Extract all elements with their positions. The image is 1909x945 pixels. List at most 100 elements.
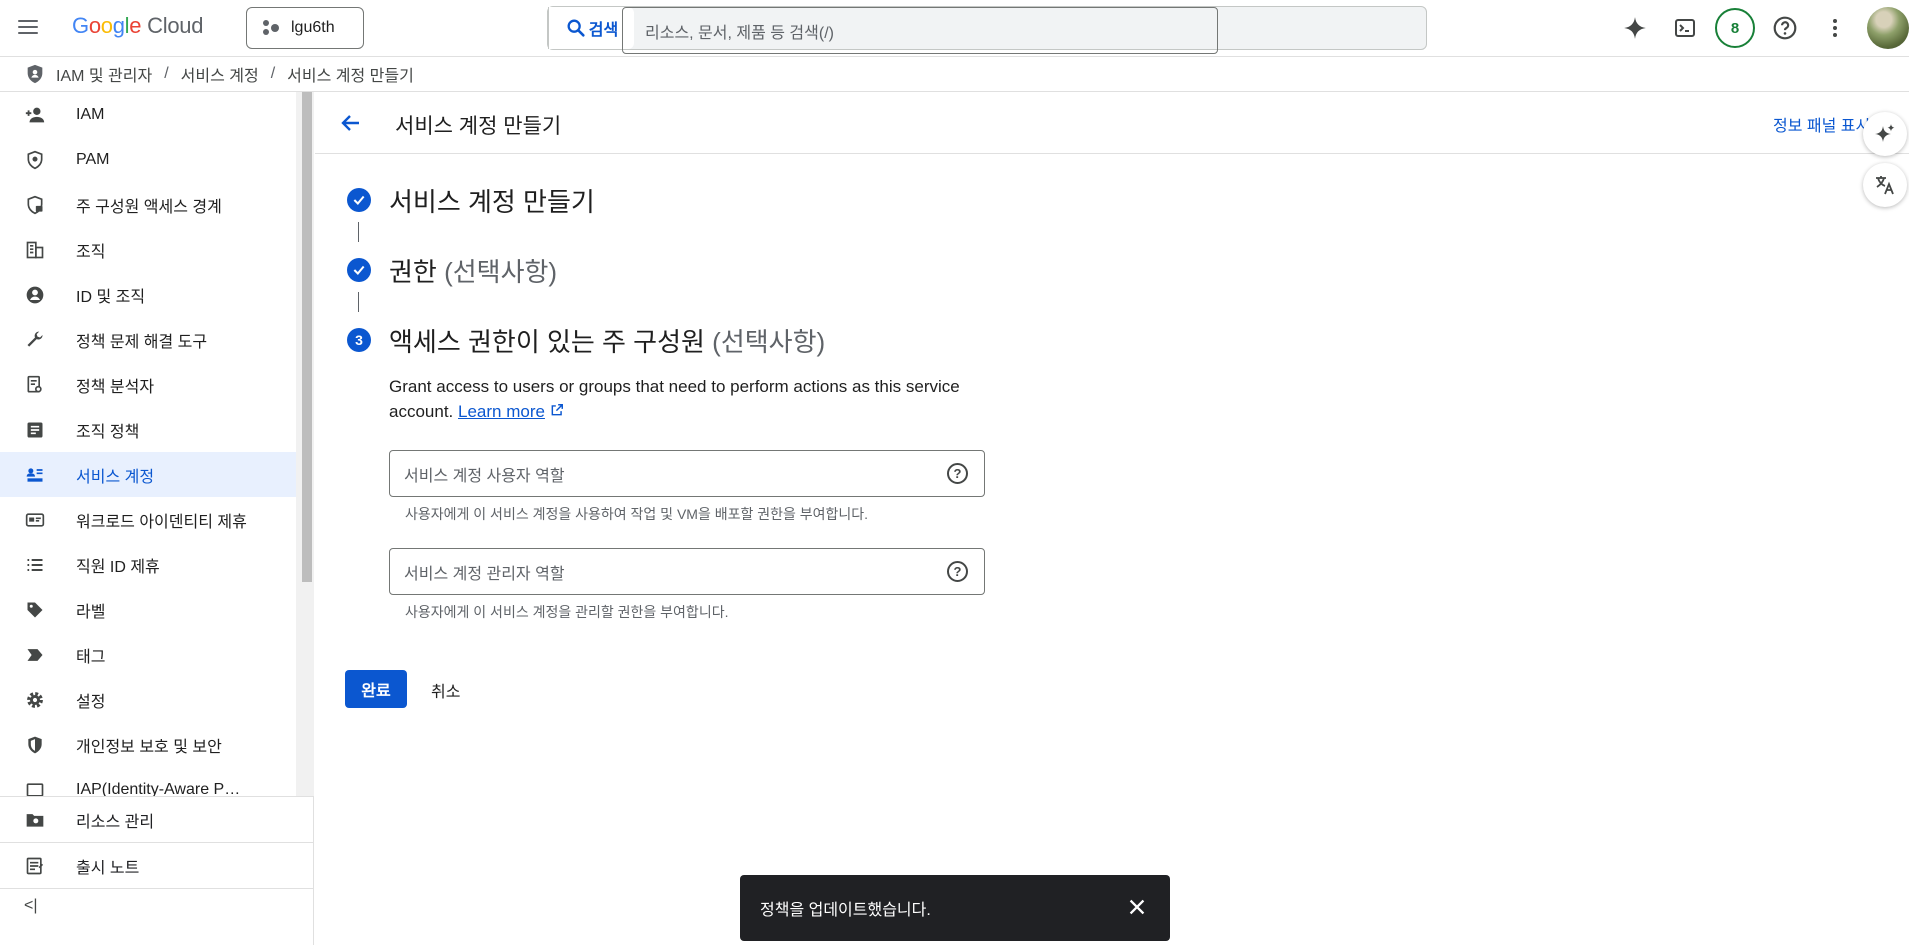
field-hint: 사용자에게 이 서비스 계정을 사용하여 작업 및 VM을 배포할 권한을 부여… xyxy=(405,504,868,524)
done-button[interactable]: 완료 xyxy=(345,670,407,708)
building-icon xyxy=(24,239,46,261)
sidebar-item-privacy-security[interactable]: 개인정보 보호 및 보안 xyxy=(0,722,296,767)
step-title-text: 권한 xyxy=(389,257,437,287)
breadcrumb: IAM 및 관리자 / 서비스 계정 / 서비스 계정 만들기 xyxy=(0,56,1909,92)
cancel-button[interactable]: 취소 xyxy=(431,678,460,702)
sidebar-item-label: 정책 분석자 xyxy=(76,373,154,397)
top-bar: GoogleCloud lgu6th 리소스, 문서, 제품 등 검색(/) 검… xyxy=(0,0,1909,56)
sidebar-nav: IAM PAM 주 구성원 액세스 경계 조직 ID 및 조직 정책 문제 해결… xyxy=(0,92,296,796)
sidebar-item-iap[interactable]: IAP(Identity-Aware P… xyxy=(0,767,296,796)
logo-letter: G xyxy=(72,13,89,38)
translate-icon xyxy=(1873,173,1897,197)
main-content: 서비스 계정 만들기 정보 패널 표시 서비스 계정 만들기 권한 (선택사항)… xyxy=(315,92,1909,945)
project-name: lgu6th xyxy=(291,19,335,37)
cloud-shell-terminal-icon[interactable] xyxy=(1665,8,1705,48)
breadcrumb-item[interactable]: IAM 및 관리자 xyxy=(56,62,152,86)
sidebar-item-settings[interactable]: 설정 xyxy=(0,677,296,722)
policy-search-icon xyxy=(24,374,46,396)
step-number: 3 xyxy=(347,328,371,352)
main-menu-button[interactable] xyxy=(16,16,40,40)
check-circle-icon xyxy=(347,258,371,282)
sidebar-item-service-accounts[interactable]: 서비스 계정 xyxy=(0,452,296,497)
security-icon xyxy=(24,734,46,756)
article-icon xyxy=(24,419,46,441)
service-account-admin-role-input[interactable]: 서비스 계정 관리자 역할 ? xyxy=(389,548,985,595)
more-vert-icon[interactable] xyxy=(1815,8,1855,48)
snackbar-toast: 정책을 업데이트했습니다. xyxy=(740,875,1170,941)
breadcrumb-item[interactable]: 서비스 계정 xyxy=(181,62,259,86)
sidebar-item-policy-troubleshooter[interactable]: 정책 문제 해결 도구 xyxy=(0,317,296,362)
collapse-label: <| xyxy=(24,897,38,914)
sidebar-item-label: PAM xyxy=(76,151,109,169)
field-hint: 사용자에게 이 서비스 계정을 관리할 권한을 부여합니다. xyxy=(405,602,728,622)
back-arrow-icon[interactable] xyxy=(339,111,363,140)
search-bar: 리소스, 문서, 제품 등 검색(/) 검색 xyxy=(547,6,1427,50)
toast-message: 정책을 업데이트했습니다. xyxy=(760,896,931,920)
close-icon[interactable] xyxy=(1126,896,1148,923)
sidebar-item-label: 설정 xyxy=(76,688,105,712)
sidebar-item-label: 태그 xyxy=(76,643,105,667)
learn-more-link[interactable]: Learn more xyxy=(458,402,545,421)
sidebar-item-label: 개인정보 보호 및 보안 xyxy=(76,733,222,757)
collapse-sidebar-button[interactable]: <| xyxy=(24,897,38,915)
notifications-badge[interactable]: 8 xyxy=(1715,8,1755,48)
sidebar-item-principal-access-boundary[interactable]: 주 구성원 액세스 경계 xyxy=(0,182,296,227)
sidebar-item-tags[interactable]: 태그 xyxy=(0,632,296,677)
sidebar-item-org-policy[interactable]: 조직 정책 xyxy=(0,407,296,452)
step-connector xyxy=(358,292,359,312)
page-title: 서비스 계정 만들기 xyxy=(395,110,561,140)
field-placeholder: 서비스 계정 사용자 역할 xyxy=(404,462,565,486)
id-card-icon xyxy=(24,509,46,531)
step-title-text: 서비스 계정 만들기 xyxy=(389,187,595,217)
search-placeholder: 리소스, 문서, 제품 등 검색(/) xyxy=(645,19,834,43)
project-picker-button[interactable]: lgu6th xyxy=(246,7,364,49)
sidebar-item-workload-identity-federation[interactable]: 워크로드 아이덴티티 제휴 xyxy=(0,497,296,542)
sidebar-item-labels[interactable]: 라벨 xyxy=(0,587,296,632)
breadcrumb-separator: / xyxy=(271,65,275,83)
gemini-sparkle-icon[interactable] xyxy=(1615,8,1655,48)
account-avatar[interactable] xyxy=(1867,7,1909,49)
logo-letter: o xyxy=(89,13,101,38)
breadcrumb-item[interactable]: 서비스 계정 만들기 xyxy=(287,62,414,86)
sidebar-item-policy-analyzer[interactable]: 정책 분석자 xyxy=(0,362,296,407)
top-actions: 8 xyxy=(1605,0,1909,56)
sidebar-item-resource-manager[interactable]: 리소스 관리 xyxy=(0,796,313,842)
sidebar-item-label: ID 및 조직 xyxy=(76,283,145,307)
sidebar-item-identity-and-organization[interactable]: ID 및 조직 xyxy=(0,272,296,317)
help-icon[interactable]: ? xyxy=(947,561,968,582)
step-description: Grant access to users or groups that nee… xyxy=(389,374,989,424)
sidebar-scrollbar-thumb[interactable] xyxy=(302,92,312,582)
shield-lock-icon xyxy=(24,194,46,216)
translate-button[interactable] xyxy=(1863,163,1907,207)
google-cloud-logo[interactable]: GoogleCloud xyxy=(72,13,203,39)
step-optional: (선택사항) xyxy=(712,327,825,357)
cancel-label: 취소 xyxy=(431,684,460,701)
logo-letter: g xyxy=(113,13,125,38)
list-icon xyxy=(24,554,46,576)
external-link-icon xyxy=(550,403,564,417)
logo-letter: e xyxy=(129,13,141,38)
sidebar-item-label: 출시 노트 xyxy=(76,854,139,878)
gear-icon xyxy=(24,689,46,711)
search-icon xyxy=(565,17,587,39)
help-icon[interactable] xyxy=(1765,8,1805,48)
sidebar-item-label: 직원 ID 제휴 xyxy=(76,553,160,577)
help-icon[interactable]: ? xyxy=(947,463,968,484)
gemini-assist-button[interactable] xyxy=(1863,112,1907,156)
service-account-icon xyxy=(24,464,46,486)
sidebar-item-workforce-identity-federation[interactable]: 직원 ID 제휴 xyxy=(0,542,296,587)
sidebar-item-label: 주 구성원 액세스 경계 xyxy=(76,193,222,217)
sidebar-item-label: 서비스 계정 xyxy=(76,463,154,487)
notes-icon xyxy=(24,855,46,877)
step-optional: (선택사항) xyxy=(444,257,557,287)
project-icon xyxy=(263,19,281,37)
service-account-user-role-input[interactable]: 서비스 계정 사용자 역할 ? xyxy=(389,450,985,497)
search-input[interactable]: 리소스, 문서, 제품 등 검색(/) xyxy=(622,7,1218,54)
sidebar-item-iam[interactable]: IAM xyxy=(0,92,296,137)
sidebar-item-label: 조직 정책 xyxy=(76,418,139,442)
sidebar-item-organization[interactable]: 조직 xyxy=(0,227,296,272)
person-add-icon xyxy=(24,104,46,126)
sidebar-item-release-notes[interactable]: 출시 노트 xyxy=(0,842,313,888)
sidebar-item-pam[interactable]: PAM xyxy=(0,137,296,182)
step-title: 서비스 계정 만들기 xyxy=(389,182,595,219)
